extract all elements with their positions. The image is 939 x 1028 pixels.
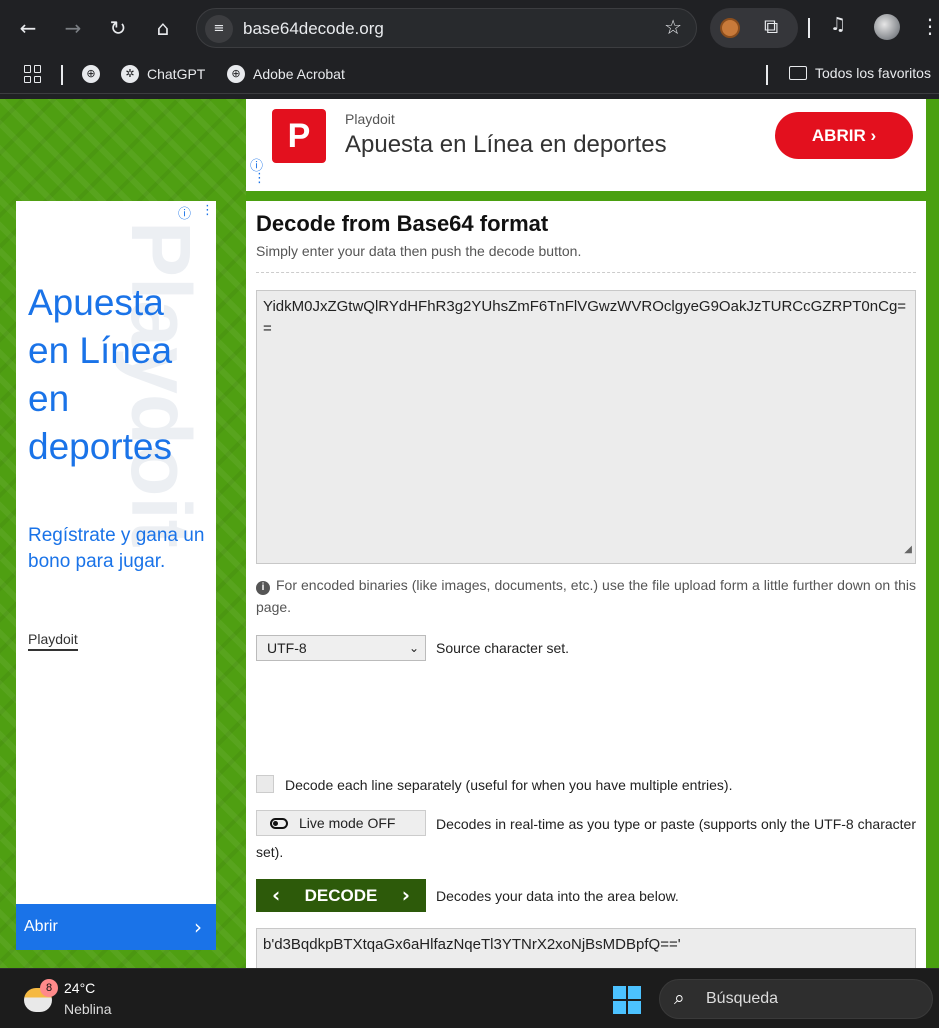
web-page: P Playdoit Apuesta en Línea en deportes … [0,99,939,968]
acrobat-icon: ⊕ [227,65,245,83]
windows-start-icon[interactable] [613,986,641,1014]
browser-toolbar: ← → ↻ ⌂ ≡ base64decode.org ☆ ⧉ ♫ ⋮ [0,0,939,56]
bookmark-label: Adobe Acrobat [253,66,345,82]
decode-description: Decodes your data into the area below. [436,888,679,904]
star-icon[interactable]: ☆ [664,15,682,39]
home-button[interactable]: ⌂ [147,12,179,44]
note-text: For encoded binaries (like images, docum… [256,577,916,615]
binary-note: i For encoded binaries (like images, docu… [256,574,916,618]
puzzle-icon[interactable]: ⧉ [764,14,778,38]
decode-label: DECODE [304,886,378,905]
reload-button[interactable]: ↻ [102,12,134,44]
address-bar[interactable]: ≡ base64decode.org ☆ [196,8,697,48]
ad-headline: Apuesta en Línea en deportes [28,282,173,467]
ad-options-icon[interactable]: ⋮ [201,203,214,218]
ad-info-icon[interactable]: ⓘ [178,203,191,222]
url-text[interactable]: base64decode.org [243,19,384,39]
ad-open-button[interactable]: ABRIR › [775,112,913,159]
input-text: YidkM0JxZGtwQlRYdHFhR3g2YUhsZmF6TnFlVGwz… [263,298,907,337]
toggle-icon [270,818,288,829]
toolbar-divider [808,18,810,38]
windows-taskbar: 8 24°C Neblina ⌕ Búsqueda [0,968,939,1028]
profile-avatar[interactable] [874,14,900,40]
bookmarks-divider [61,65,63,85]
bookmarks-bar: ⊕ ✲ ChatGPT ⊕ Adobe Acrobat Todos los favo… [0,56,939,94]
chatgpt-icon: ✲ [121,65,139,83]
per-line-checkbox[interactable] [256,775,274,793]
chevron-right-icon: › [401,883,410,907]
extensions-area: ⧉ [710,8,798,48]
ad-open-label: Abrir [24,918,58,935]
live-mode-label: Live mode OFF [299,815,396,831]
kebab-menu-icon[interactable]: ⋮ [920,14,939,38]
all-bookmarks-label: Todos los favoritos [815,65,931,81]
charset-value: UTF-8 [267,640,307,656]
ad-brand: Playdoit [345,111,395,127]
bookmarks-divider [766,65,768,85]
ad-open-button[interactable]: Abrir › [16,904,216,950]
live-mode-toggle[interactable]: Live mode OFF [256,810,426,836]
apps-grid-icon[interactable] [24,65,42,83]
bookmark-label: ChatGPT [147,66,206,82]
page-subtitle: Simply enter your data then push the dec… [256,243,582,259]
info-icon: i [256,581,270,595]
input-textarea[interactable]: YidkM0JxZGtwQlRYdHFhR3g2YUhsZmF6TnFlVGwz… [256,290,916,564]
all-bookmarks[interactable]: Todos los favoritos [789,65,931,81]
weather-badge: 8 [40,979,58,997]
output-text: b'd3BqdkpBTXtqaGx6aHlfazNqeTl3YTNrX2xoNj… [263,936,681,953]
output-textarea[interactable]: b'd3BqdkpBTXtqaGx6aHlfazNqeTl3YTNrX2xoNj… [256,928,916,968]
search-icon: ⌕ [674,987,685,1009]
ad-subtext: Regístrate y gana un bono para jugar. [28,525,205,572]
ad-brand[interactable]: Playdoit [28,631,78,651]
playdoit-logo: P [272,109,326,163]
cookie-icon[interactable] [720,18,740,38]
decode-button[interactable]: ‹ DECODE › [256,879,426,912]
search-placeholder: Búsqueda [706,990,779,1007]
page-title: Decode from Base64 format [256,211,549,236]
resize-grip-icon[interactable]: ◢ [904,539,912,561]
back-button[interactable]: ← [12,12,44,44]
weather-temperature[interactable]: 24°C [64,980,95,996]
charset-select[interactable]: UTF-8 ⌄ [256,635,426,661]
decoder-panel: Decode from Base64 format Simply enter y… [246,201,926,968]
forward-button[interactable]: → [57,12,89,44]
globe-icon: ⊕ [82,65,100,83]
taskbar-search[interactable]: ⌕ Búsqueda [659,979,933,1019]
bookmark-acrobat[interactable]: ⊕ Adobe Acrobat [227,65,345,83]
weather-condition[interactable]: Neblina [64,1001,111,1017]
globe-bookmark[interactable]: ⊕ [82,65,100,83]
tune-icon[interactable]: ≡ [205,15,233,43]
ad-headline: Apuesta en Línea en deportes [345,131,667,158]
bookmark-chatgpt[interactable]: ✲ ChatGPT [121,65,205,83]
charset-label: Source character set. [436,640,570,656]
per-line-label: Decode each line separately (useful for … [285,777,733,793]
chevron-right-icon: › [194,915,202,939]
top-banner-ad[interactable]: P Playdoit Apuesta en Línea en deportes … [246,99,926,191]
folder-icon [789,66,807,80]
chevron-left-icon: ‹ [272,883,281,907]
chevron-down-icon: ⌄ [408,641,419,655]
divider [256,272,916,273]
ad-options-icon[interactable]: ⋮ [253,171,266,186]
media-icon[interactable]: ♫ [830,14,846,35]
side-ad[interactable]: Playdoit ⓘ ⋮ Apuesta en Línea en deporte… [16,201,216,950]
